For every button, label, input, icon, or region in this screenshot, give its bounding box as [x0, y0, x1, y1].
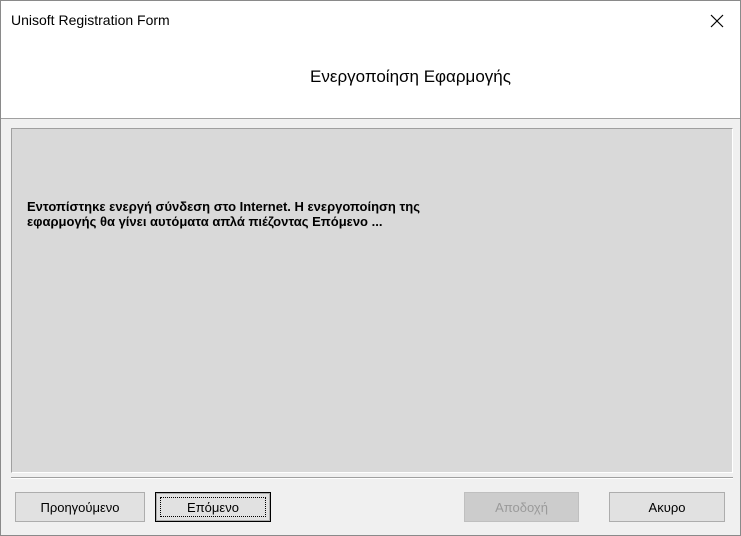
header-panel: Ενεργοποίηση Εφαρμογής: [1, 41, 740, 119]
next-button[interactable]: Επόμενο: [155, 492, 271, 522]
activation-message: Εντοπίστηκε ενεργή σύνδεση στο Internet.…: [27, 199, 627, 229]
activation-message-line-2: εφαρμογής θα γίνει αυτόματα απλά πιέζοντ…: [27, 214, 383, 229]
back-button-label: Προηγούμενο: [40, 499, 120, 515]
activation-message-line-1: Εντοπίστηκε ενεργή σύνδεση στο Internet.…: [27, 199, 420, 214]
cancel-button-label: Ακυρο: [648, 499, 686, 515]
accept-button: Αποδοχή: [464, 492, 579, 522]
content-panel: Εντοπίστηκε ενεργή σύνδεση στο Internet.…: [11, 128, 733, 473]
window-title: Unisoft Registration Form: [11, 12, 170, 28]
close-button[interactable]: [694, 1, 740, 41]
cancel-button[interactable]: Ακυρο: [609, 492, 725, 522]
button-separator: [11, 477, 733, 479]
title-bar: Unisoft Registration Form: [1, 1, 740, 41]
close-icon: [710, 14, 724, 28]
back-button[interactable]: Προηγούμενο: [15, 492, 145, 522]
registration-window: Unisoft Registration Form Ενεργοποίηση Ε…: [0, 0, 741, 536]
focus-ring: [160, 497, 266, 517]
accept-button-label: Αποδοχή: [495, 499, 548, 515]
page-title: Ενεργοποίηση Εφαρμογής: [310, 67, 511, 86]
